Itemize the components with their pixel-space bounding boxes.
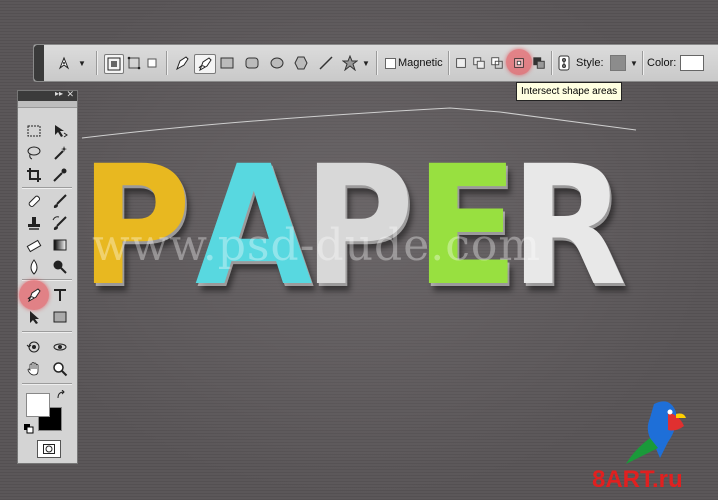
path-outline [81,107,637,139]
3d-rotate-tool-icon[interactable] [24,337,44,357]
tools-panel-tab[interactable] [18,101,77,108]
add-to-shape-area-button[interactable] [454,54,468,72]
swap-colors-icon[interactable] [56,387,66,405]
freeform-pen-tool-selected-icon[interactable] [24,285,44,305]
site-logo-text: 8ART.ru [592,466,683,493]
tooltip-intersect-shape-areas: Intersect shape areas [516,82,623,101]
shape-layers-mode-button[interactable] [104,54,124,74]
brush-tool-icon[interactable] [50,191,70,211]
tool-preset-pen-icon[interactable] [54,54,76,72]
magnetic-label: Magnetic [398,57,443,69]
exclude-shape-areas-button[interactable] [532,54,546,72]
options-bar-grip[interactable] [34,45,44,81]
color-swatch[interactable] [680,54,704,72]
move-tool-icon[interactable] [50,121,70,141]
gradient-tool-icon[interactable] [50,235,70,255]
style-swatch[interactable] [610,54,626,72]
rectangle-shape-tool-icon[interactable] [50,307,70,327]
dodge-tool-icon[interactable] [50,257,70,277]
style-dropdown-arrow[interactable]: ▼ [630,54,638,72]
type-tool-icon[interactable] [50,285,70,305]
tool-preset-dropdown-arrow[interactable]: ▼ [78,54,86,72]
exclude-overlapping-button[interactable] [490,54,504,72]
default-colors-icon[interactable] [24,421,34,439]
subtract-from-shape-area-button[interactable] [472,54,486,72]
style-label: Style: [576,57,604,69]
line-tool-icon[interactable] [317,54,335,72]
fill-pixels-mode-button[interactable] [144,54,160,72]
tools-panel: ▸▸ ✕ [17,89,78,464]
rectangular-marquee-tool-icon[interactable] [24,121,44,141]
color-label: Color: [647,57,677,69]
magnetic-checkbox[interactable] [384,54,396,72]
polygon-tool-icon[interactable] [292,54,310,72]
healing-brush-tool-icon[interactable] [24,191,44,211]
custom-shape-dropdown-arrow[interactable]: ▼ [362,54,370,72]
eraser-tool-icon[interactable] [24,235,44,255]
history-brush-tool-icon[interactable] [50,213,70,233]
magic-wand-tool-icon[interactable] [50,143,70,163]
eyedropper-tool-icon[interactable] [50,165,70,185]
collapse-panel-icon[interactable]: ▸▸ [55,89,63,98]
parrot-logo [624,398,704,473]
freeform-pen-tool-icon[interactable] [194,54,216,74]
foreground-color-swatch[interactable] [26,393,50,417]
quick-mask-mode-button[interactable] [37,440,61,458]
custom-shape-tool-icon[interactable] [340,54,360,72]
blur-tool-icon[interactable] [24,257,44,277]
pen-tool-icon[interactable] [173,54,191,72]
zoom-tool-icon[interactable] [50,359,70,379]
options-bar: ▼ ▼ Magnetic Style: ▼ Color: [33,44,718,82]
crop-tool-icon[interactable] [24,165,44,185]
3d-orbit-tool-icon[interactable] [50,337,70,357]
hand-tool-icon[interactable] [24,359,44,379]
ellipse-tool-icon[interactable] [268,54,286,72]
intersect-shape-areas-button[interactable] [512,54,526,72]
lasso-tool-icon[interactable] [24,143,44,163]
rectangle-tool-icon[interactable] [218,54,236,72]
link-layer-icon[interactable] [556,54,572,72]
tools-panel-header[interactable]: ▸▸ ✕ [18,89,77,101]
paths-mode-button[interactable] [125,54,143,72]
watermark-text: www.psd-dude.com [92,220,542,271]
path-selection-tool-icon[interactable] [24,307,44,327]
clone-stamp-tool-icon[interactable] [24,213,44,233]
rounded-rectangle-tool-icon[interactable] [243,54,261,72]
close-panel-icon[interactable]: ✕ [66,89,74,100]
